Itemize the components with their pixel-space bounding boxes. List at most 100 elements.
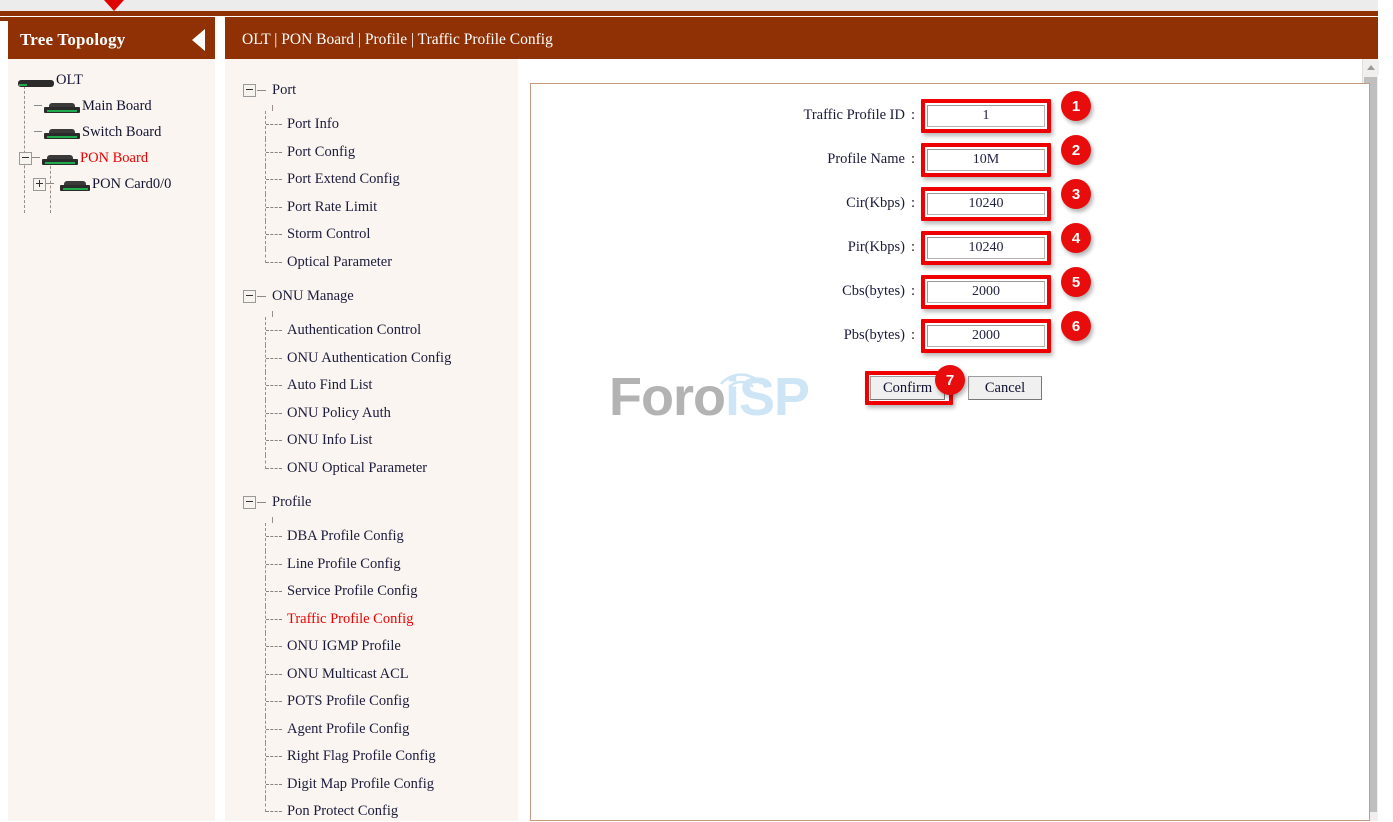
form-field-colon: :	[911, 283, 915, 300]
nav-item-label: Service Profile Config	[287, 583, 417, 600]
nav-item-storm-control[interactable]: Storm Control	[225, 221, 518, 249]
nav-item-label: Traffic Profile Config	[287, 611, 413, 628]
tree-connector	[46, 183, 54, 185]
form-field-row: Traffic Profile ID:	[681, 107, 920, 124]
nav-connector	[265, 221, 285, 249]
nav-item-label: ONU Authentication Config	[287, 350, 451, 367]
breadcrumb: OLT | PON Board | Profile | Traffic Prof…	[225, 21, 1378, 59]
form-input-cbs-bytes-[interactable]	[927, 281, 1045, 303]
scroll-up-arrow-icon[interactable]	[1363, 59, 1379, 75]
nav-connector	[265, 798, 285, 821]
nav-item-label: ONU IGMP Profile	[287, 638, 401, 655]
triangle-down-icon	[104, 0, 124, 11]
nav-item-label: Agent Profile Config	[287, 721, 409, 738]
triangle-left-icon[interactable]	[192, 29, 205, 51]
nav-item-onu-info-list[interactable]: ONU Info List	[225, 427, 518, 455]
nav-item-agent-profile-config[interactable]: Agent Profile Config	[225, 716, 518, 744]
nav-item-line-profile-config[interactable]: Line Profile Config	[225, 551, 518, 579]
nav-item-onu-igmp-profile[interactable]: ONU IGMP Profile	[225, 633, 518, 661]
nav-connector	[265, 455, 285, 483]
device-icon	[44, 100, 80, 113]
nav-connector	[265, 400, 285, 428]
nav-item-port-extend-config[interactable]: Port Extend Config	[225, 166, 518, 194]
nav-item-port-config[interactable]: Port Config	[225, 139, 518, 167]
tree-node-label: PON Card0/0	[92, 176, 171, 193]
nav-item-onu-policy-auth[interactable]: ONU Policy Auth	[225, 400, 518, 428]
confirm-button[interactable]: Confirm	[870, 376, 945, 400]
nav-item-service-profile-config[interactable]: Service Profile Config	[225, 578, 518, 606]
nav-item-label: Pon Protect Config	[287, 803, 398, 820]
annotation-badge: 1	[1061, 91, 1091, 121]
tree-node-label: Main Board	[82, 98, 152, 115]
nav-item-label: ONU Info List	[287, 432, 372, 449]
nav-item-label: Authentication Control	[287, 322, 421, 339]
form-field-colon: :	[911, 239, 915, 256]
nav-connector	[265, 427, 285, 455]
nav-connector	[265, 194, 285, 222]
form-input-cir-kbps-[interactable]	[927, 193, 1045, 215]
tree-connector	[32, 157, 40, 159]
tree-node-main-board[interactable]: Main Board	[8, 93, 215, 119]
nav-connector	[265, 606, 285, 634]
nav-item-pon-protect-config[interactable]: Pon Protect Config	[225, 798, 518, 821]
minus-expander-icon[interactable]	[19, 152, 32, 165]
minus-expander-icon[interactable]	[243, 290, 256, 303]
form-field-colon: :	[911, 151, 915, 168]
traffic-profile-form: Traffic Profile ID:1Profile Name:2Cir(Kb…	[531, 84, 1371, 822]
nav-item-pots-profile-config[interactable]: POTS Profile Config	[225, 688, 518, 716]
form-field-row: Cir(Kbps):	[681, 195, 920, 212]
nav-connector	[265, 166, 285, 194]
nav-item-onu-optical-parameter[interactable]: ONU Optical Parameter	[225, 455, 518, 483]
tree-node-switch-board[interactable]: Switch Board	[8, 119, 215, 145]
nav-item-optical-parameter[interactable]: Optical Parameter	[225, 249, 518, 277]
nav-connector	[265, 743, 285, 771]
annotation-badge: 5	[1061, 267, 1091, 297]
nav-group-label: Profile	[272, 494, 311, 511]
form-field-label: Cir(Kbps)	[846, 195, 905, 212]
form-input-profile-name[interactable]	[927, 149, 1045, 171]
nav-item-onu-authentication-config[interactable]: ONU Authentication Config	[225, 345, 518, 373]
nav-item-label: Auto Find List	[287, 377, 372, 394]
nav-item-label: ONU Policy Auth	[287, 405, 391, 422]
form-input-pbs-bytes-[interactable]	[927, 325, 1045, 347]
nav-connector	[265, 372, 285, 400]
nav-item-dba-profile-config[interactable]: DBA Profile Config	[225, 523, 518, 551]
plus-expander-icon[interactable]	[33, 178, 46, 191]
form-field-row: Profile Name:	[681, 151, 920, 168]
minus-expander-icon[interactable]	[243, 496, 256, 509]
nav-connector	[265, 661, 285, 689]
nav-item-traffic-profile-config[interactable]: Traffic Profile Config	[225, 606, 518, 634]
nav-item-auto-find-list[interactable]: Auto Find List	[225, 372, 518, 400]
nav-group-profile[interactable]: Profile	[225, 487, 518, 517]
nav-item-onu-multicast-acl[interactable]: ONU Multicast ACL	[225, 661, 518, 689]
nav-item-port-info[interactable]: Port Info	[225, 111, 518, 139]
device-icon	[60, 178, 90, 191]
nav-connector	[265, 111, 285, 139]
nav-connector	[257, 296, 266, 297]
annotation-badge: 6	[1061, 311, 1091, 341]
nav-item-label: Right Flag Profile Config	[287, 748, 436, 765]
tree-node-olt[interactable]: OLT	[8, 67, 215, 93]
form-input-traffic-profile-id[interactable]	[927, 105, 1045, 127]
minus-expander-icon[interactable]	[243, 84, 256, 97]
tree-topology-header: Tree Topology	[8, 21, 215, 59]
content-panel: ForoiSP Traffic Profile ID:1Profile Name…	[530, 83, 1370, 821]
form-input-pir-kbps-[interactable]	[927, 237, 1045, 259]
nav-item-port-rate-limit[interactable]: Port Rate Limit	[225, 194, 518, 222]
nav-item-label: Digit Map Profile Config	[287, 776, 434, 793]
nav-item-label: Port Rate Limit	[287, 199, 377, 216]
tree-node-pon-board[interactable]: PON Board	[8, 145, 215, 171]
form-field-row: Cbs(bytes):	[681, 283, 920, 300]
nav-item-digit-map-profile-config[interactable]: Digit Map Profile Config	[225, 771, 518, 799]
nav-item-right-flag-profile-config[interactable]: Right Flag Profile Config	[225, 743, 518, 771]
form-field-row: Pir(Kbps):	[681, 239, 920, 256]
tree-node-pon-card[interactable]: PON Card0/0	[8, 171, 215, 197]
nav-connector	[265, 551, 285, 579]
cancel-button[interactable]: Cancel	[968, 376, 1042, 400]
nav-connector	[265, 139, 285, 167]
nav-item-authentication-control[interactable]: Authentication Control	[225, 317, 518, 345]
nav-group-onu-manage[interactable]: ONU Manage	[225, 281, 518, 311]
nav-connector	[265, 771, 285, 799]
form-field-colon: :	[911, 327, 915, 344]
nav-group-port[interactable]: Port	[225, 75, 518, 105]
